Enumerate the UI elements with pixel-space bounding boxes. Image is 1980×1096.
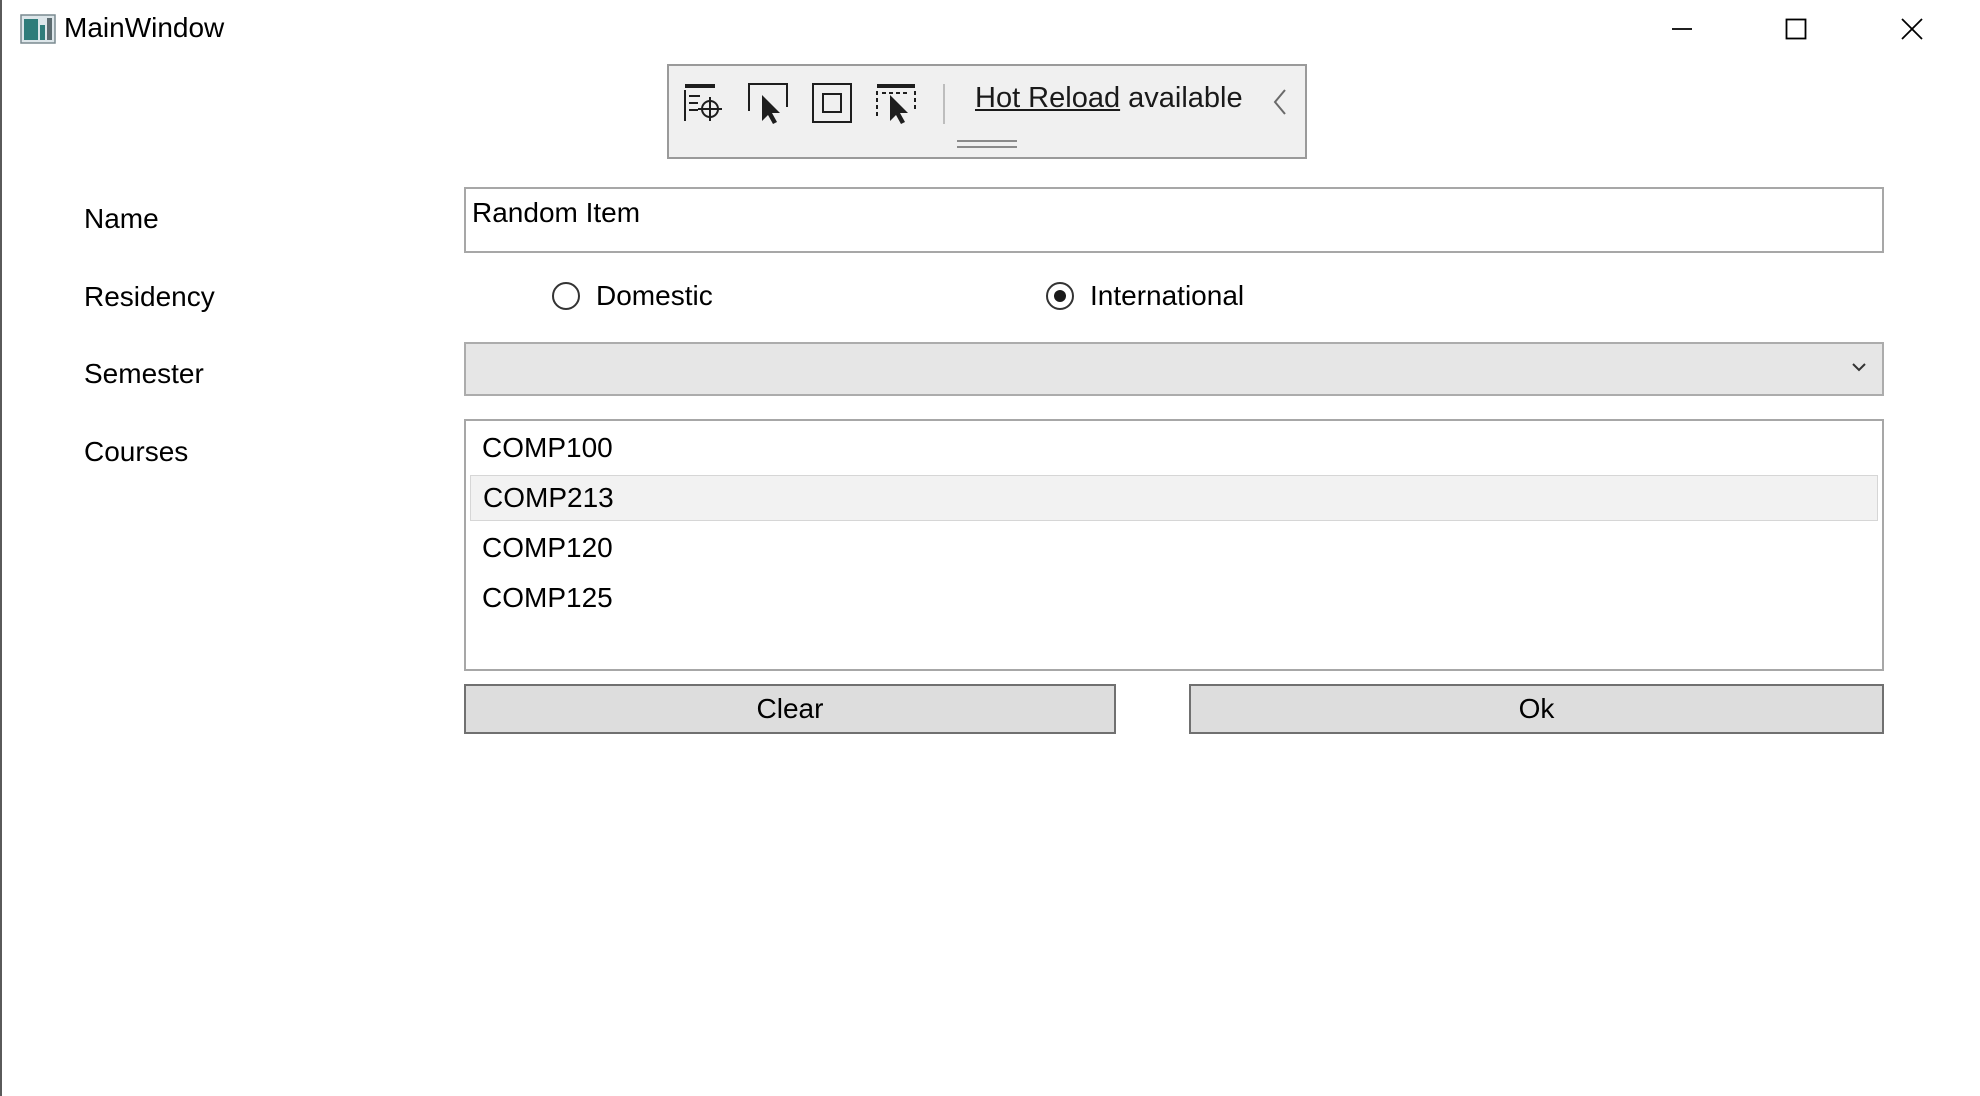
clear-button[interactable]: Clear bbox=[464, 684, 1116, 734]
list-item-comp213[interactable]: COMP213 bbox=[470, 475, 1878, 521]
maximize-button[interactable] bbox=[1740, 4, 1852, 54]
toolbar-separator bbox=[943, 84, 945, 124]
chevron-left-icon bbox=[1273, 89, 1286, 115]
app-icon bbox=[20, 14, 56, 44]
list-item-comp100[interactable]: COMP100 bbox=[470, 425, 1878, 471]
display-layout-adorners-icon bbox=[812, 83, 852, 123]
track-focused-element-button[interactable] bbox=[871, 78, 921, 128]
courses-label: Courses bbox=[84, 436, 189, 467]
name-label: Name bbox=[84, 203, 159, 234]
residency-label: Residency bbox=[84, 281, 215, 312]
radio-domestic[interactable]: Domestic bbox=[552, 280, 713, 312]
xaml-debug-toolbar: Hot Reload available bbox=[667, 64, 1307, 159]
semester-combobox[interactable] bbox=[464, 342, 1884, 396]
semester-label: Semester bbox=[84, 358, 204, 389]
minimize-button[interactable] bbox=[1626, 4, 1738, 54]
chevron-down-icon[interactable] bbox=[1850, 358, 1868, 376]
go-to-live-visual-tree-icon bbox=[684, 84, 722, 121]
ok-button[interactable]: Ok bbox=[1189, 684, 1884, 734]
courses-listbox[interactable]: COMP100 COMP213 COMP120 COMP125 bbox=[464, 419, 1884, 671]
main-window: MainWindow Hot Reload available Name Ran… bbox=[0, 0, 1979, 1096]
name-textbox[interactable] bbox=[464, 187, 1884, 253]
title-bar[interactable]: MainWindow bbox=[2, 0, 1980, 58]
list-item-comp125[interactable]: COMP125 bbox=[470, 575, 1878, 621]
hot-reload-link[interactable]: Hot Reload bbox=[975, 82, 1120, 114]
close-button[interactable] bbox=[1856, 4, 1968, 54]
radio-international-circle[interactable] bbox=[1046, 282, 1074, 310]
radio-international-label: International bbox=[1090, 280, 1245, 311]
toolbar-drag-grip[interactable] bbox=[957, 140, 1017, 148]
radio-international[interactable]: International bbox=[1046, 280, 1244, 312]
list-item-comp120[interactable]: COMP120 bbox=[470, 525, 1878, 571]
minimize-icon bbox=[1672, 28, 1692, 30]
window-title: MainWindow bbox=[64, 12, 225, 43]
hot-reload-status: Hot Reload available bbox=[975, 82, 1243, 115]
name-input[interactable] bbox=[472, 197, 1862, 229]
select-element-icon bbox=[748, 83, 788, 124]
hot-reload-suffix: available bbox=[1120, 82, 1243, 114]
close-icon bbox=[1901, 18, 1923, 40]
maximize-icon bbox=[1785, 18, 1807, 40]
track-focused-element-icon bbox=[876, 84, 916, 124]
select-element-button[interactable] bbox=[743, 78, 793, 128]
collapse-toolbar-button[interactable] bbox=[1271, 86, 1289, 123]
radio-domestic-circle[interactable] bbox=[552, 282, 580, 310]
live-visual-tree-button[interactable] bbox=[679, 78, 729, 128]
display-layout-adorners-button[interactable] bbox=[807, 78, 857, 128]
radio-domestic-label: Domestic bbox=[596, 280, 713, 311]
